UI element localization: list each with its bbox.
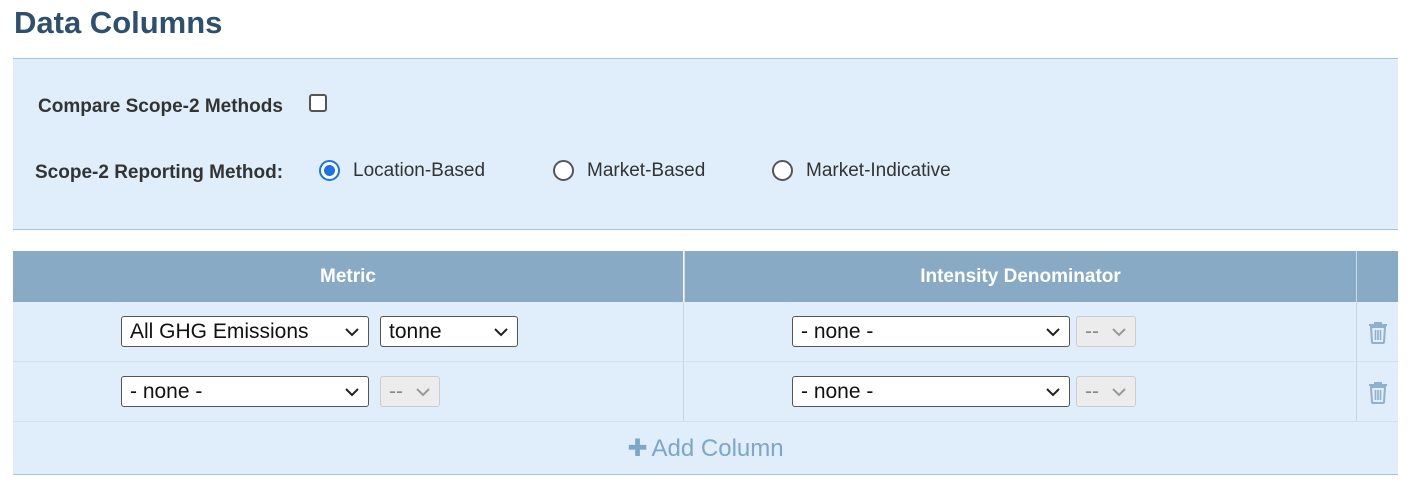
denominator-unit-select[interactable]: -- [1076, 376, 1136, 407]
add-column-button[interactable]: ✚ Add Column [627, 434, 783, 463]
compare-methods-checkbox[interactable] [309, 94, 327, 112]
radio-market-indicative[interactable] [772, 160, 793, 181]
metric-select-value: - none - [130, 380, 203, 403]
denominator-unit-select-value: -- [1085, 320, 1099, 343]
unit-select-value: -- [389, 380, 403, 403]
unit-select[interactable]: -- [380, 376, 440, 407]
trash-icon[interactable] [1368, 320, 1388, 344]
chevron-down-icon [416, 388, 430, 397]
metric-select[interactable]: - none - [121, 376, 369, 407]
radio-market-indicative-label[interactable]: Market-Indicative [806, 160, 951, 182]
denominator-select[interactable]: - none - [792, 376, 1070, 407]
denominator-unit-select-value: -- [1085, 380, 1099, 403]
chevron-down-icon [1112, 328, 1126, 337]
table-row: All GHG Emissions tonne - none - -- [13, 302, 1398, 362]
add-column-row: ✚ Add Column [13, 422, 1398, 475]
header-intensity-denominator: Intensity Denominator [684, 251, 1356, 302]
radio-market-based[interactable] [553, 160, 574, 181]
trash-icon[interactable] [1368, 380, 1388, 404]
page-title: Data Columns [14, 5, 223, 40]
radio-market-based-label[interactable]: Market-Based [587, 160, 705, 182]
chevron-down-icon [1046, 328, 1060, 337]
denominator-unit-select[interactable]: -- [1076, 316, 1136, 347]
radio-location-based-label[interactable]: Location-Based [353, 160, 485, 182]
reporting-method-label: Scope-2 Reporting Method: [35, 162, 284, 183]
plus-icon: ✚ [627, 435, 648, 462]
compare-methods-label: Compare Scope-2 Methods [38, 96, 283, 117]
denominator-select-value: - none - [801, 320, 874, 343]
data-columns-table: Metric Intensity Denominator All GHG Emi… [13, 251, 1398, 475]
denominator-select-value: - none - [801, 380, 874, 403]
chevron-down-icon [1112, 388, 1126, 397]
header-metric: Metric [13, 251, 683, 302]
table-row: - none - -- - none - -- [13, 362, 1398, 422]
add-column-label: Add Column [651, 435, 784, 462]
denominator-select[interactable]: - none - [792, 316, 1070, 347]
header-actions [1356, 251, 1398, 302]
unit-select-value: tonne [389, 320, 442, 343]
metric-select-value: All GHG Emissions [130, 320, 309, 343]
radio-location-based[interactable] [319, 160, 340, 181]
chevron-down-icon [345, 328, 359, 337]
metric-select[interactable]: All GHG Emissions [121, 316, 369, 347]
scope2-options-panel: Compare Scope-2 Methods Scope-2 Reportin… [13, 58, 1398, 230]
chevron-down-icon [345, 388, 359, 397]
chevron-down-icon [1046, 388, 1060, 397]
chevron-down-icon [494, 328, 508, 337]
unit-select[interactable]: tonne [380, 316, 518, 347]
